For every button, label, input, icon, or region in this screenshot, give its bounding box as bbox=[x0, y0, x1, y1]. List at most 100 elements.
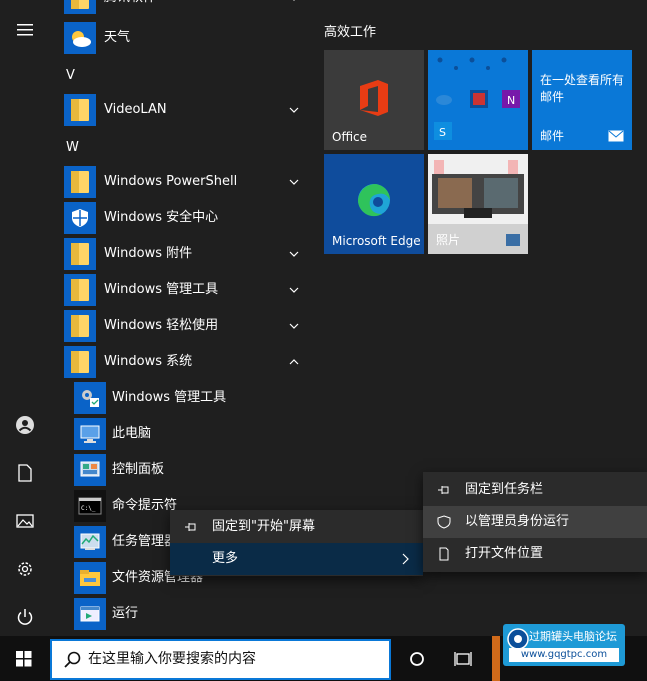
sub-item-control-panel[interactable]: 控制面板 bbox=[50, 452, 308, 488]
task-view-icon bbox=[454, 651, 472, 666]
sub-item-admin-tools[interactable]: Windows 管理工具 bbox=[50, 380, 308, 416]
pin-icon bbox=[438, 486, 449, 494]
more-submenu: 固定到任务栏 以管理员身份运行 打开文件位置 bbox=[423, 472, 647, 572]
letter-header-w[interactable]: W bbox=[66, 140, 79, 155]
watermark-line1: 过期罐头电脑论坛 bbox=[529, 630, 617, 643]
power-button[interactable] bbox=[0, 597, 50, 637]
tile-mail[interactable]: 在一处查看所有邮件 邮件 bbox=[532, 50, 632, 150]
menu-item-open-file-location[interactable]: 打开文件位置 bbox=[423, 538, 647, 570]
tile-group-title[interactable]: 高效工作 bbox=[324, 21, 376, 40]
chevron-down-icon bbox=[289, 107, 299, 113]
menu-item-pin-to-start[interactable]: 固定到"开始"屏幕 bbox=[170, 511, 423, 543]
sub-item-label: Windows 管理工具 bbox=[112, 390, 227, 405]
computer-icon bbox=[74, 418, 106, 450]
taskbar-app-indicator[interactable] bbox=[492, 636, 500, 681]
letter-header-v[interactable]: V bbox=[66, 68, 75, 83]
chevron-down-icon bbox=[293, 0, 295, 1]
cortana-icon bbox=[410, 651, 424, 666]
context-menu: 固定到"开始"屏幕 更多 bbox=[170, 510, 423, 576]
control-panel-icon bbox=[74, 454, 106, 486]
tile-label: Office bbox=[332, 130, 368, 144]
app-item-label: Windows 附件 bbox=[104, 246, 193, 261]
hamburger-icon bbox=[17, 24, 33, 36]
app-item-label: 腾讯软件 bbox=[104, 0, 156, 16]
app-item-windows-admin-tools[interactable]: Windows 管理工具 bbox=[50, 272, 308, 308]
documents-button[interactable] bbox=[0, 453, 50, 493]
sub-item-label: 命令提示符 bbox=[112, 498, 178, 513]
app-item-windows-system[interactable]: Windows 系统 bbox=[50, 344, 308, 380]
app-item-windows-security[interactable]: Windows 安全中心 bbox=[50, 200, 308, 236]
app-item-windows-powershell[interactable]: Windows PowerShell bbox=[50, 164, 308, 200]
menu-item-label: 打开文件位置 bbox=[465, 546, 544, 561]
settings-button[interactable] bbox=[0, 549, 50, 589]
app-item-weather[interactable]: 天气 bbox=[50, 20, 308, 56]
app-item-label: Windows 安全中心 bbox=[104, 210, 219, 225]
start-button[interactable] bbox=[0, 636, 48, 681]
pictures-button[interactable] bbox=[0, 501, 50, 541]
folder-icon bbox=[64, 0, 96, 14]
taskbar: 在这里输入你要搜索的内容 过期罐头电脑论坛 www.gqgtpc.com bbox=[0, 624, 647, 681]
app-item-label: 天气 bbox=[104, 30, 131, 45]
tile-label: 照片 bbox=[436, 233, 461, 247]
shield-icon bbox=[64, 202, 96, 234]
menu-item-label: 更多 bbox=[212, 551, 239, 566]
chevron-down-icon bbox=[289, 287, 299, 293]
chevron-down-icon bbox=[289, 323, 299, 329]
cortana-button[interactable] bbox=[400, 636, 434, 681]
sub-item-label: 此电脑 bbox=[112, 426, 152, 441]
watermark-logo: 过期罐头电脑论坛 www.gqgtpc.com bbox=[503, 624, 625, 666]
app-item-tencent-software[interactable]: 腾讯软件 bbox=[50, 0, 308, 16]
svg-text:N: N bbox=[507, 94, 515, 107]
office-icon bbox=[360, 80, 388, 116]
menu-item-label: 固定到任务栏 bbox=[465, 482, 544, 497]
search-box[interactable]: 在这里输入你要搜索的内容 bbox=[50, 639, 391, 680]
app-item-label: VideoLAN bbox=[104, 102, 167, 117]
svg-text:C:\_: C:\_ bbox=[81, 505, 96, 512]
expand-menu-button[interactable] bbox=[0, 10, 50, 50]
gear-icon bbox=[18, 562, 32, 576]
sub-item-label: 控制面板 bbox=[112, 462, 165, 477]
task-view-button[interactable] bbox=[446, 636, 480, 681]
app-item-label: Windows 管理工具 bbox=[104, 282, 219, 297]
app-item-videolan[interactable]: VideoLAN bbox=[50, 92, 308, 128]
windows-logo-icon bbox=[16, 650, 32, 666]
app-item-label: Windows 系统 bbox=[104, 354, 193, 369]
menu-item-pin-to-taskbar[interactable]: 固定到任务栏 bbox=[423, 474, 647, 506]
menu-item-more[interactable]: 更多 bbox=[170, 543, 423, 575]
chevron-right-icon bbox=[402, 553, 409, 565]
document-icon bbox=[439, 547, 449, 561]
tile-office[interactable]: Office bbox=[324, 50, 424, 150]
app-item-windows-accessories[interactable]: Windows 附件 bbox=[50, 236, 308, 272]
svg-text:S: S bbox=[439, 126, 446, 139]
sub-item-run[interactable]: 运行 bbox=[50, 596, 308, 632]
sub-item-label: 任务管理器 bbox=[112, 534, 178, 549]
app-item-label: Windows PowerShell bbox=[104, 174, 238, 189]
menu-item-run-as-admin[interactable]: 以管理员身份运行 bbox=[423, 506, 647, 538]
folder-icon bbox=[64, 310, 96, 342]
watermark-line2: www.gqgtpc.com bbox=[509, 648, 619, 662]
sub-item-this-pc[interactable]: 此电脑 bbox=[50, 416, 308, 452]
tile-office-apps-folder[interactable]: N S bbox=[428, 50, 528, 150]
tile-microsoft-edge[interactable]: Microsoft Edge bbox=[324, 154, 424, 254]
app-item-windows-ease-of-access[interactable]: Windows 轻松使用 bbox=[50, 308, 308, 344]
folder-icon bbox=[64, 94, 96, 126]
chevron-up-icon bbox=[289, 359, 299, 365]
task-manager-icon bbox=[74, 526, 106, 558]
weather-icon bbox=[64, 22, 96, 54]
user-icon bbox=[16, 416, 34, 434]
tile-photos[interactable]: 照片 bbox=[428, 154, 528, 254]
picture-icon bbox=[16, 514, 34, 528]
tile-label: Microsoft Edge bbox=[332, 234, 421, 248]
search-placeholder: 在这里输入你要搜索的内容 bbox=[88, 651, 256, 667]
search-icon bbox=[64, 651, 81, 668]
user-account-button[interactable] bbox=[0, 405, 50, 445]
start-left-rail bbox=[0, 0, 50, 636]
mail-tile-heading: 在一处查看所有邮件 bbox=[540, 73, 625, 104]
folder-icon bbox=[64, 166, 96, 198]
file-explorer-icon bbox=[74, 562, 106, 594]
run-icon bbox=[74, 598, 106, 630]
document-icon bbox=[18, 464, 32, 482]
power-icon bbox=[17, 609, 33, 625]
folder-icon bbox=[64, 238, 96, 270]
mail-icon bbox=[608, 130, 624, 142]
